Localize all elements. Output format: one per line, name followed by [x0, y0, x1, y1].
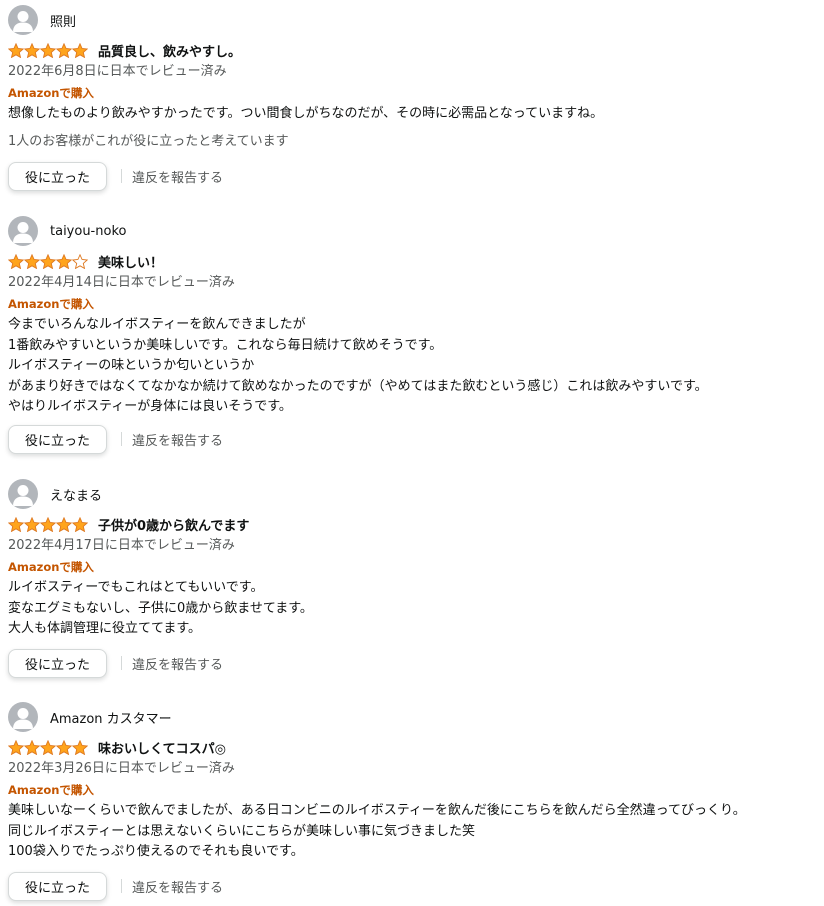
- star-filled-icon: [56, 253, 72, 269]
- star-filled-icon: [56, 516, 72, 532]
- star-filled-icon: [56, 739, 72, 755]
- review-body: 想像したものより飲みやすかったです。つい間食しがちなのだが、その時に必需品となっ…: [8, 104, 603, 125]
- rating-line: 子供が0歳から飲んでます: [8, 514, 249, 534]
- review-title[interactable]: 子供が0歳から飲んでます: [98, 515, 249, 534]
- star-filled-icon: [40, 42, 56, 58]
- star-rating[interactable]: [8, 516, 88, 532]
- star-filled-icon: [40, 516, 56, 532]
- star-filled-icon: [8, 516, 24, 532]
- report-abuse-link[interactable]: 違反を報告する: [132, 430, 223, 449]
- review-list: 照則品質良し、飲みやすし。 2022年6月8日に日本でレビュー済み Amazonで購…: [0, 0, 824, 906]
- reviewer-profile[interactable]: Amazon カスタマー: [8, 702, 172, 732]
- review-body-line: 今までいろんなルイボスティーを飲んできましたが: [8, 317, 306, 332]
- report-abuse-link[interactable]: 違反を報告する: [132, 167, 223, 186]
- divider: [121, 432, 122, 446]
- star-filled-icon: [72, 42, 88, 58]
- review-title[interactable]: 美味しい！: [98, 252, 163, 271]
- review-actions: 役に立った 違反を報告する: [8, 424, 223, 454]
- report-abuse-link[interactable]: 違反を報告する: [132, 654, 223, 673]
- reviewer-profile[interactable]: 照則: [8, 5, 76, 35]
- review-body-line: 同じルイボスティーとは思えないくらいにこちらが美味しい事に気づきました笑: [8, 823, 475, 839]
- review-actions: 役に立った 違反を報告する: [8, 648, 223, 678]
- report-abuse-link[interactable]: 違反を報告する: [132, 877, 223, 896]
- review-date: 2022年3月26日に日本でレビュー済み: [8, 761, 235, 776]
- rating-line: 美味しい！: [8, 251, 163, 271]
- review-body-line: 想像したものより飲みやすかったです。つい間食しがちなのだが、その時に必需品となっ…: [8, 106, 604, 121]
- star-filled-icon: [40, 253, 56, 269]
- star-filled-icon: [72, 739, 88, 755]
- review-date: 2022年6月8日に日本でレビュー済み: [8, 64, 227, 79]
- reviewer-name[interactable]: Amazon カスタマー: [50, 708, 172, 727]
- star-rating[interactable]: [8, 42, 88, 58]
- review-body: ルイボスティーでもこれはとてもいいです。変なエグミもないし、子供に0歳から飲ませ…: [8, 578, 313, 640]
- review-body-line: やはりルイボスティーが身体には良いそうです。: [8, 399, 292, 414]
- star-filled-icon: [8, 253, 24, 269]
- star-filled-icon: [8, 739, 24, 755]
- verified-purchase-badge[interactable]: Amazonで購入: [8, 782, 94, 798]
- star-filled-icon: [72, 516, 88, 532]
- verified-purchase-badge[interactable]: Amazonで購入: [8, 559, 94, 575]
- review-body-line: があまり好きではなくてなかなか続けて飲めなかったのですが（やめてはまた飲むという…: [8, 378, 708, 394]
- helpful-button[interactable]: 役に立った: [8, 424, 107, 454]
- reviewer-profile[interactable]: taiyou-noko: [8, 216, 126, 246]
- review-title[interactable]: 味おいしくてコスパ◎: [98, 738, 226, 757]
- review-date: 2022年4月14日に日本でレビュー済み: [8, 275, 235, 290]
- helpful-button[interactable]: 役に立った: [8, 648, 107, 678]
- star-filled-icon: [24, 42, 40, 58]
- divider: [121, 656, 122, 670]
- star-filled-icon: [8, 42, 24, 58]
- review-body-line: 美味しいなーくらいで飲んでましたが、ある日コンビニのルイボスティーを飲んだ後にこ…: [8, 803, 746, 818]
- star-filled-icon: [24, 253, 40, 269]
- star-rating[interactable]: [8, 253, 88, 269]
- verified-purchase-badge[interactable]: Amazonで購入: [8, 296, 94, 312]
- reviewer-name[interactable]: taiyou-noko: [50, 224, 126, 239]
- star-filled-icon: [24, 739, 40, 755]
- avatar-icon[interactable]: [8, 5, 38, 35]
- review-actions: 役に立った 違反を報告する: [8, 161, 223, 191]
- divider: [121, 879, 122, 893]
- review-body: 美味しいなーくらいで飲んでましたが、ある日コンビニのルイボスティーを飲んだ後にこ…: [8, 801, 746, 863]
- avatar-icon[interactable]: [8, 702, 38, 732]
- review-body-line: ルイボスティーの味というか匂いというか: [8, 358, 255, 373]
- reviewer-profile[interactable]: えなまる: [8, 479, 102, 509]
- rating-line: 味おいしくてコスパ◎: [8, 737, 226, 757]
- helpful-button[interactable]: 役に立った: [8, 871, 107, 901]
- review-body-line: 100袋入りでたっぷり使えるのでそれも良いです。: [8, 844, 304, 859]
- star-filled-icon: [56, 42, 72, 58]
- review-body: 今までいろんなルイボスティーを飲んできましたが 1番飲みやすいというか美味しいです…: [8, 315, 708, 418]
- helpful-count: 1人のお客様がこれが役に立ったと考えています: [8, 134, 289, 149]
- reviewer-name[interactable]: えなまる: [50, 485, 102, 504]
- reviewer-name[interactable]: 照則: [50, 11, 76, 30]
- star-rating[interactable]: [8, 739, 88, 755]
- review-body-line: 1番飲みやすいというか美味しいです。これなら毎日続けて飲めそうです。: [8, 337, 443, 353]
- review-body-line: 変なエグミもないし、子供に0歳から飲ませてます。: [8, 600, 313, 616]
- avatar-icon[interactable]: [8, 479, 38, 509]
- star-filled-icon: [40, 739, 56, 755]
- review-actions: 役に立った 違反を報告する: [8, 871, 223, 901]
- verified-purchase-badge[interactable]: Amazonで購入: [8, 85, 94, 101]
- divider: [121, 169, 122, 183]
- review-body-line: 大人も体調管理に役立ててます。: [8, 621, 202, 636]
- review-body-line: ルイボスティーでもこれはとてもいいです。: [8, 580, 264, 595]
- review-date: 2022年4月17日に日本でレビュー済み: [8, 538, 235, 553]
- review-title[interactable]: 品質良し、飲みやすし。: [98, 41, 241, 60]
- star-filled-icon: [24, 516, 40, 532]
- rating-line: 品質良し、飲みやすし。: [8, 40, 241, 60]
- helpful-button[interactable]: 役に立った: [8, 161, 107, 191]
- avatar-icon[interactable]: [8, 216, 38, 246]
- star-empty-icon: [72, 253, 88, 269]
